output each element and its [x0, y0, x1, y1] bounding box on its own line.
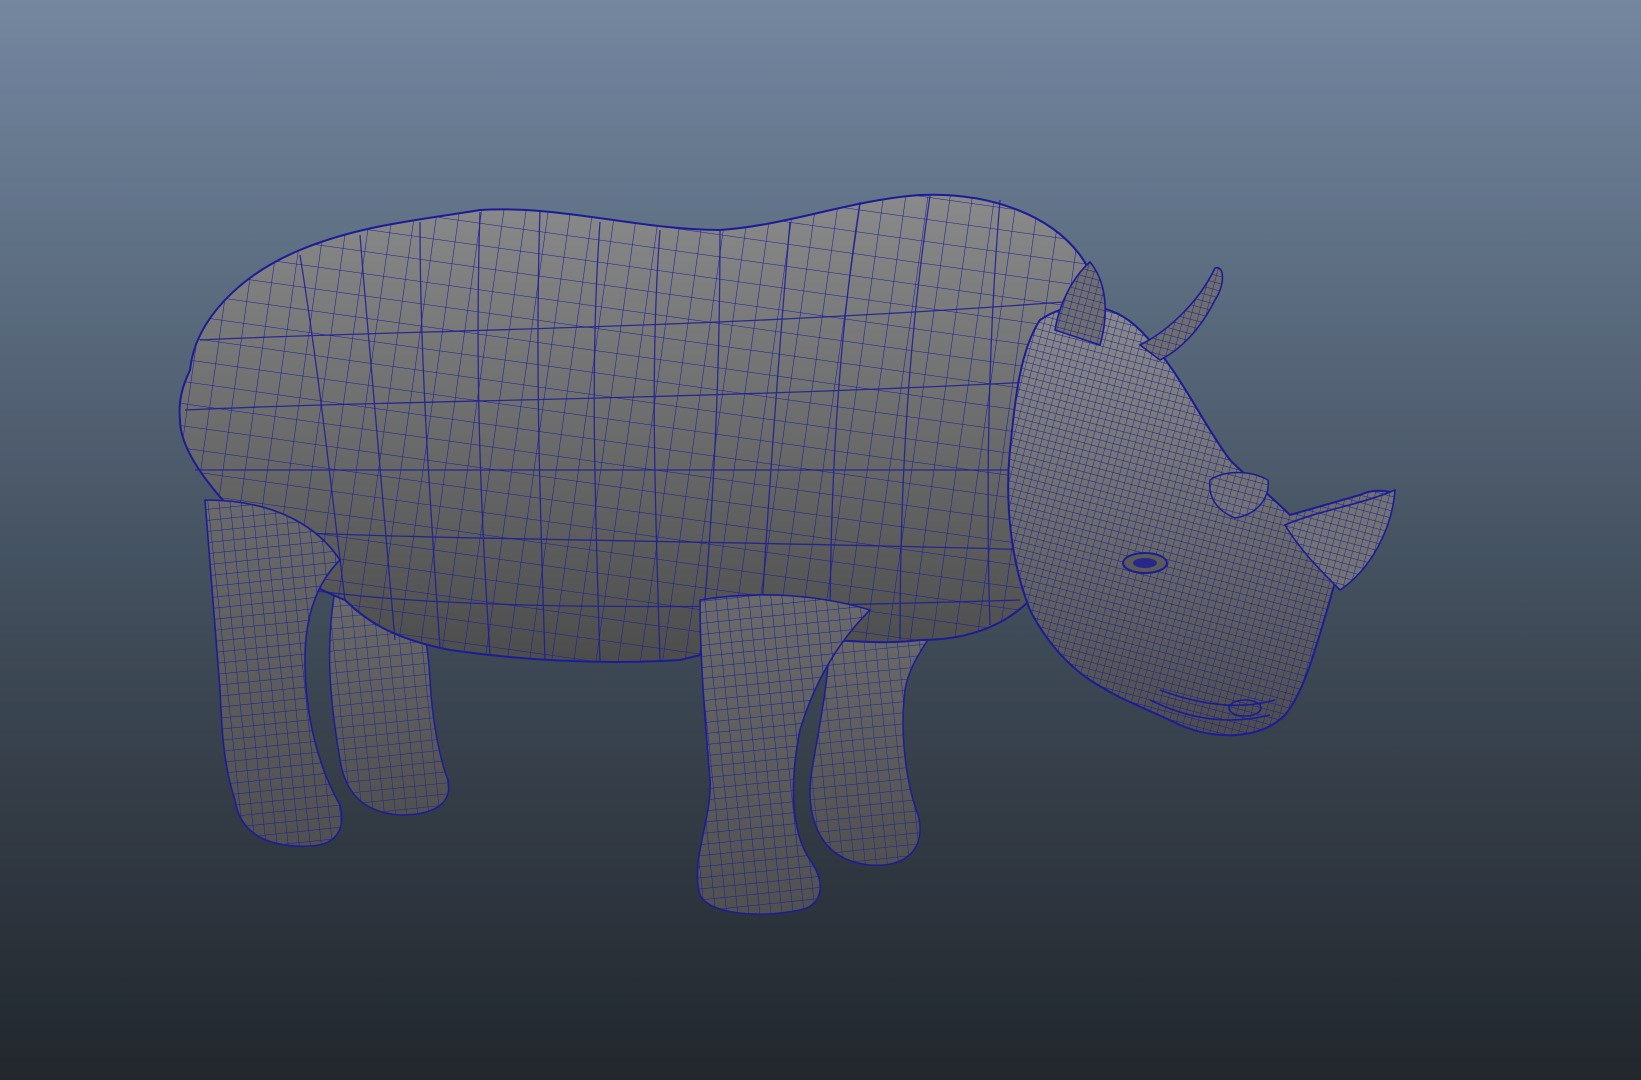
rhino-wireframe-model[interactable]: [0, 0, 1641, 1080]
rhino-eye: [1122, 552, 1168, 574]
3d-viewport[interactable]: [0, 0, 1641, 1080]
rhino-ear-right: [1138, 267, 1224, 361]
rear-near-leg: [204, 499, 343, 847]
